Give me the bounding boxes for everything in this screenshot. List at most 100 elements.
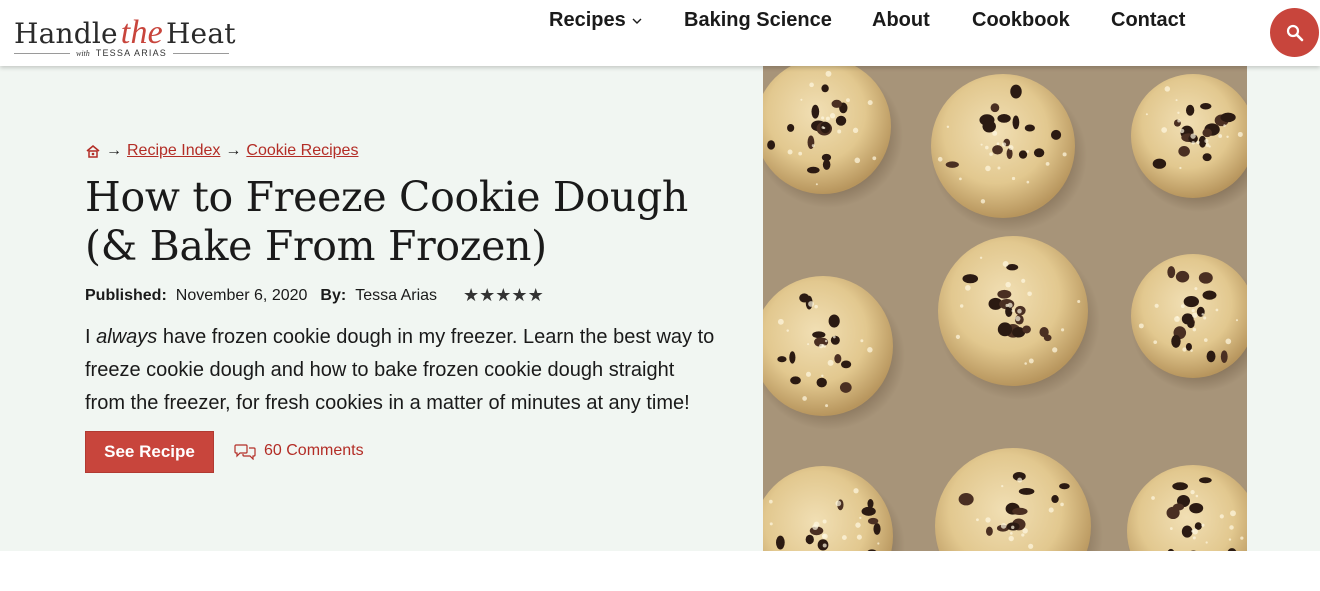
dough-texture bbox=[809, 82, 814, 88]
nav-recipes-label: Recipes bbox=[549, 9, 626, 31]
chocolate-chip bbox=[1018, 487, 1035, 495]
post-meta: Published: November 6, 2020 By: Tessa Ar… bbox=[85, 285, 544, 306]
post-title: How to Freeze Cookie Dough (& Bake From … bbox=[85, 173, 689, 270]
dough-texture bbox=[965, 285, 971, 291]
dough-texture bbox=[821, 343, 825, 347]
dough-texture bbox=[1192, 528, 1199, 535]
star-rating[interactable]: ★★★★★ bbox=[463, 285, 544, 306]
chocolate-chip bbox=[834, 354, 842, 364]
chocolate-chip bbox=[787, 123, 795, 132]
dough-texture bbox=[1192, 536, 1196, 540]
post-description: I always have frozen cookie dough in my … bbox=[85, 321, 715, 420]
dough-texture bbox=[1021, 278, 1026, 283]
dough-texture bbox=[1164, 86, 1171, 92]
author-label: By: bbox=[320, 286, 347, 304]
dough-texture bbox=[811, 144, 815, 148]
dough-texture bbox=[786, 329, 789, 332]
post-hero: → Recipe Index → Cookie Recipes How to F… bbox=[0, 66, 1320, 551]
dough-texture bbox=[1237, 131, 1243, 137]
chocolate-chip bbox=[839, 382, 852, 393]
chocolate-chip bbox=[835, 115, 847, 126]
dough-texture bbox=[1191, 309, 1195, 313]
site-header: Handlethe Heat with TESSA ARIAS Recipes B… bbox=[0, 0, 1320, 66]
dough-texture bbox=[856, 534, 862, 540]
dough-texture bbox=[1190, 349, 1193, 352]
dough-texture bbox=[1175, 99, 1178, 102]
dough-texture bbox=[832, 335, 836, 339]
dough-texture bbox=[768, 499, 773, 504]
comments-link[interactable]: 60 Comments bbox=[234, 442, 364, 460]
chocolate-chip bbox=[1050, 129, 1062, 140]
chocolate-chip bbox=[1171, 334, 1181, 348]
chocolate-chip bbox=[1051, 495, 1059, 504]
chocolate-chip bbox=[1199, 477, 1212, 484]
desc-emphasis: always bbox=[96, 326, 158, 348]
nav-item-contact[interactable]: Contact bbox=[1111, 8, 1185, 32]
dough-texture bbox=[1017, 477, 1023, 483]
dough-texture bbox=[808, 301, 814, 307]
dough-texture bbox=[1225, 338, 1232, 345]
dough-texture bbox=[769, 522, 773, 526]
comments-icon bbox=[234, 443, 256, 460]
dough-texture bbox=[1190, 133, 1196, 139]
dough-texture bbox=[1048, 507, 1054, 513]
chocolate-chip bbox=[840, 360, 852, 369]
dough-texture bbox=[1052, 347, 1058, 353]
dough-texture bbox=[1028, 543, 1034, 549]
dough-texture bbox=[1194, 287, 1198, 291]
dough-texture bbox=[1182, 347, 1187, 352]
dough-texture bbox=[822, 519, 827, 524]
dough-texture bbox=[1208, 145, 1211, 148]
dough-texture bbox=[1195, 494, 1199, 498]
dough-texture bbox=[1228, 538, 1232, 541]
dough-texture bbox=[1001, 484, 1004, 488]
dough-texture bbox=[1180, 304, 1185, 309]
dough-texture bbox=[1008, 145, 1014, 151]
dough-texture bbox=[1179, 128, 1185, 134]
dough-texture bbox=[827, 359, 834, 366]
dough-texture bbox=[1008, 535, 1014, 542]
nav-item-about[interactable]: About bbox=[872, 8, 930, 32]
chocolate-chip bbox=[816, 377, 827, 388]
chocolate-chip bbox=[775, 535, 785, 550]
cookie-dough-image bbox=[763, 66, 1247, 551]
logo-with: with bbox=[76, 48, 90, 58]
dough-texture bbox=[1010, 532, 1013, 535]
dough-texture bbox=[985, 517, 991, 523]
dough-texture bbox=[800, 98, 803, 101]
dough-texture bbox=[1192, 327, 1197, 332]
chocolate-chip bbox=[767, 140, 776, 150]
chocolate-chip bbox=[1220, 350, 1228, 363]
chocolate-chip bbox=[1022, 325, 1031, 334]
chevron-down-icon bbox=[632, 18, 642, 24]
nav-item-recipes[interactable]: Recipes bbox=[549, 8, 642, 32]
dough-texture bbox=[1196, 140, 1200, 145]
dough-texture bbox=[1145, 113, 1148, 116]
see-recipe-button[interactable]: See Recipe bbox=[85, 431, 214, 473]
dough-texture bbox=[777, 318, 784, 325]
dough-texture bbox=[814, 304, 818, 309]
nav-item-baking-science[interactable]: Baking Science bbox=[684, 8, 832, 32]
dough-texture bbox=[1161, 127, 1168, 133]
dough-texture bbox=[1219, 514, 1224, 519]
site-logo[interactable]: Handlethe Heat with TESSA ARIAS bbox=[14, 6, 235, 62]
dough-texture bbox=[821, 374, 824, 378]
chocolate-chip bbox=[1059, 483, 1070, 490]
search-button[interactable] bbox=[1270, 8, 1319, 57]
nav-item-cookbook[interactable]: Cookbook bbox=[972, 8, 1070, 32]
dough-texture bbox=[805, 371, 812, 377]
dough-texture bbox=[854, 157, 861, 164]
home-icon[interactable] bbox=[85, 144, 101, 159]
dough-texture bbox=[997, 166, 1001, 170]
dough-texture bbox=[841, 535, 847, 540]
dough-texture bbox=[837, 129, 842, 134]
cookie-dough-photo bbox=[763, 66, 1247, 551]
chocolate-chip bbox=[1202, 290, 1217, 300]
breadcrumb-cookie-recipes[interactable]: Cookie Recipes bbox=[246, 142, 358, 160]
chocolate-chip bbox=[1198, 272, 1213, 284]
chocolate-chip bbox=[990, 103, 1000, 113]
chocolate-chip bbox=[831, 99, 842, 108]
breadcrumb-recipe-index[interactable]: Recipe Index bbox=[127, 142, 220, 160]
dough-texture bbox=[807, 343, 810, 346]
dough-texture bbox=[1017, 308, 1022, 314]
